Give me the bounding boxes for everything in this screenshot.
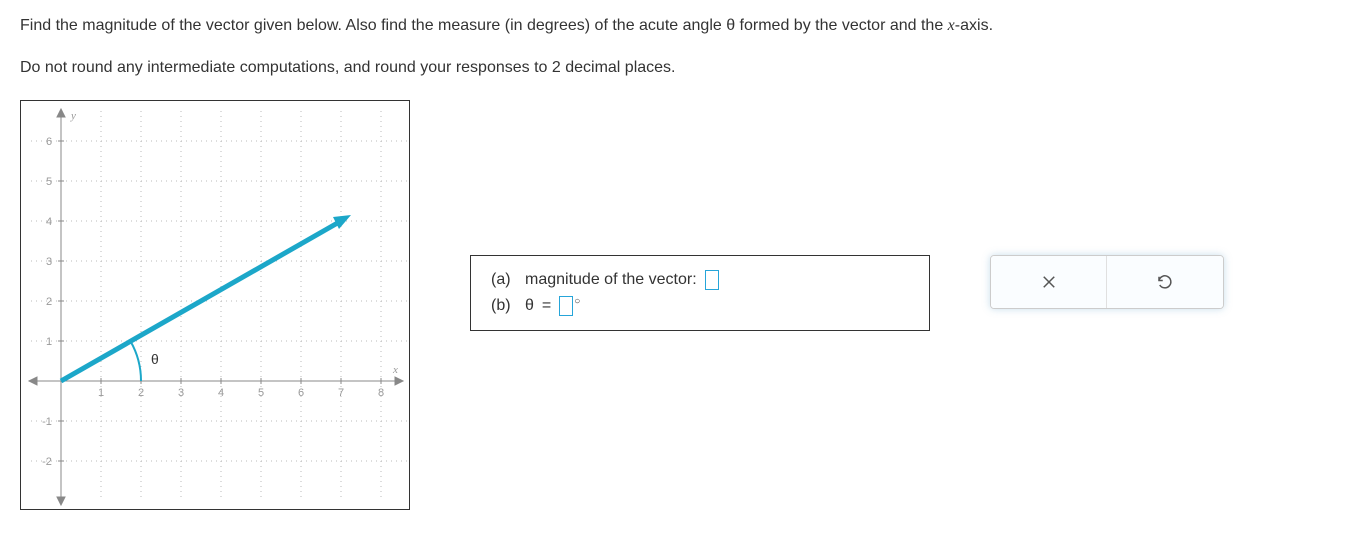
answer-a-tag: (a) [491,271,517,289]
problem-line-1-post: -axis. [955,17,993,34]
svg-text:1: 1 [98,387,104,399]
problem-line-2: Do not round any intermediate computatio… [20,57,1335,79]
svg-text:4: 4 [218,387,224,399]
svg-text:2: 2 [46,296,52,308]
answer-row-a: (a) magnitude of the vector: [491,270,909,290]
svg-text:2: 2 [138,387,144,399]
graph-svg: 1 2 3 4 5 6 7 8 6 5 4 3 2 1 -1 -2 y x [21,101,409,509]
x-icon [1040,273,1058,291]
action-panel [990,255,1224,309]
degree-symbol: ○ [574,296,580,307]
answer-box: (a) magnitude of the vector: (b) θ = ○ [470,255,930,331]
svg-text:3: 3 [178,387,184,399]
svg-text:-1: -1 [42,416,52,428]
equals-sign: = [542,297,551,315]
undo-icon [1156,273,1174,291]
svg-text:θ: θ [151,351,159,367]
theta-symbol: θ [525,297,534,315]
answer-b-tag: (b) [491,297,517,315]
svg-text:5: 5 [46,176,52,188]
answer-row-b: (b) θ = ○ [491,296,909,316]
svg-text:5: 5 [258,387,264,399]
vector-graph: 1 2 3 4 5 6 7 8 6 5 4 3 2 1 -1 -2 y x [20,100,410,510]
theta-input[interactable] [559,296,573,316]
magnitude-input[interactable] [705,270,719,290]
svg-text:x: x [392,364,398,376]
svg-text:y: y [70,110,76,122]
problem-statement: Find the magnitude of the vector given b… [20,15,1335,80]
svg-text:7: 7 [338,387,344,399]
svg-text:3: 3 [46,256,52,268]
svg-text:8: 8 [378,387,384,399]
content-row: 1 2 3 4 5 6 7 8 6 5 4 3 2 1 -1 -2 y x [20,100,1335,510]
reset-button[interactable] [1107,256,1223,308]
problem-line-1-pre: Find the magnitude of the vector given b… [20,17,948,34]
svg-text:-2: -2 [42,456,52,468]
clear-button[interactable] [991,256,1107,308]
answer-a-label: magnitude of the vector: [525,271,697,289]
x-var: x [948,17,955,34]
svg-text:1: 1 [46,336,52,348]
svg-text:6: 6 [298,387,304,399]
svg-text:4: 4 [46,216,52,228]
svg-text:6: 6 [46,136,52,148]
